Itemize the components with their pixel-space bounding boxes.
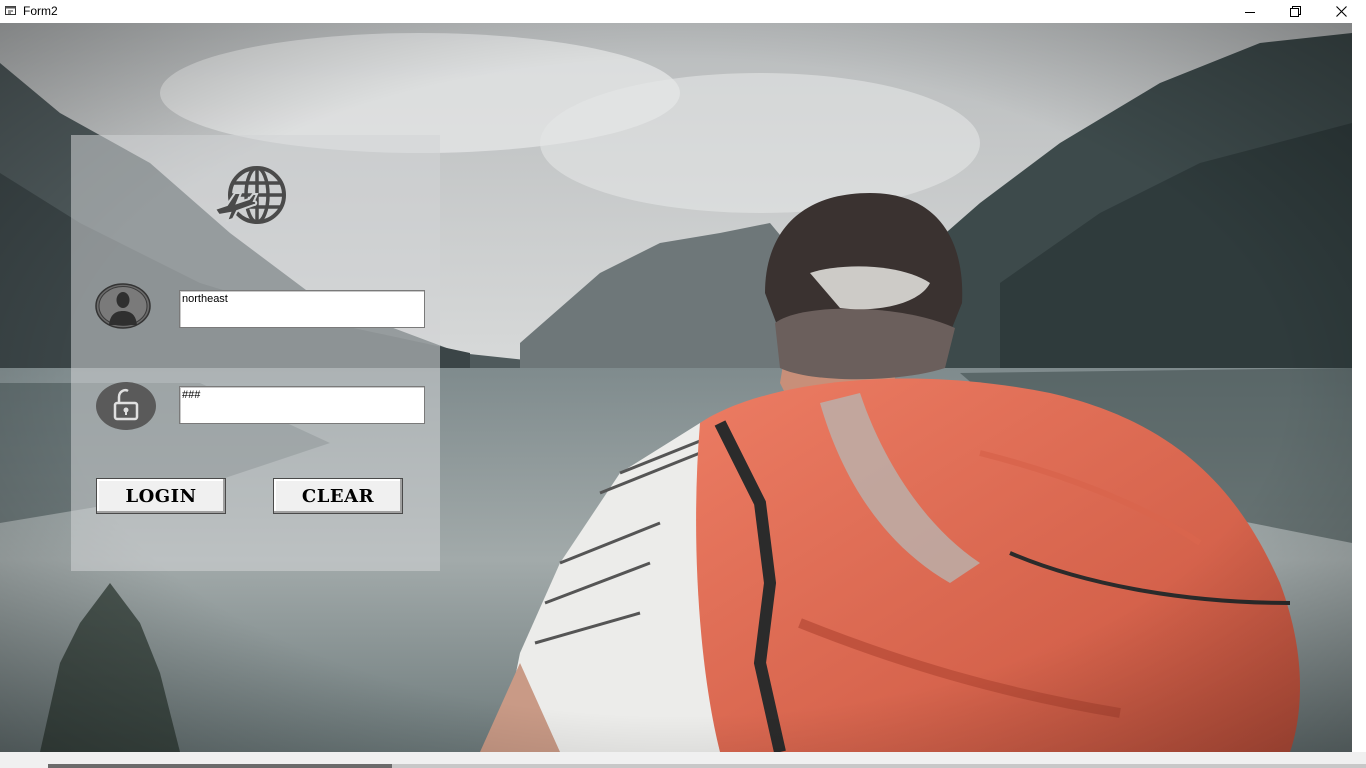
unlock-icon — [96, 382, 156, 430]
username-field[interactable]: northeast — [179, 290, 425, 328]
minimize-button[interactable] — [1227, 0, 1273, 23]
form-icon — [5, 6, 16, 15]
window-title: Form2 — [23, 4, 58, 18]
taskbar-segment — [48, 764, 392, 768]
form2-window: Form2 northeast ### LOGIN CLEAR — [0, 0, 1366, 768]
clear-button[interactable]: CLEAR — [273, 478, 403, 514]
title-bar[interactable]: Form2 — [0, 0, 1366, 23]
travel-globe-plane-icon — [213, 166, 286, 224]
login-panel: northeast ### LOGIN CLEAR — [71, 135, 440, 571]
restore-button[interactable] — [1272, 0, 1318, 23]
login-button[interactable]: LOGIN — [96, 478, 226, 514]
restore-icon — [1289, 6, 1301, 17]
minimize-icon — [1245, 11, 1255, 13]
password-field[interactable]: ### — [179, 386, 425, 424]
close-icon — [1335, 6, 1347, 17]
taskbar-edge — [0, 752, 1366, 768]
window-right-edge — [1352, 23, 1366, 752]
form-client-area: northeast ### LOGIN CLEAR — [0, 23, 1352, 752]
taskbar-segment — [392, 764, 1366, 768]
close-button[interactable] — [1318, 0, 1364, 23]
user-avatar-icon — [95, 283, 151, 329]
